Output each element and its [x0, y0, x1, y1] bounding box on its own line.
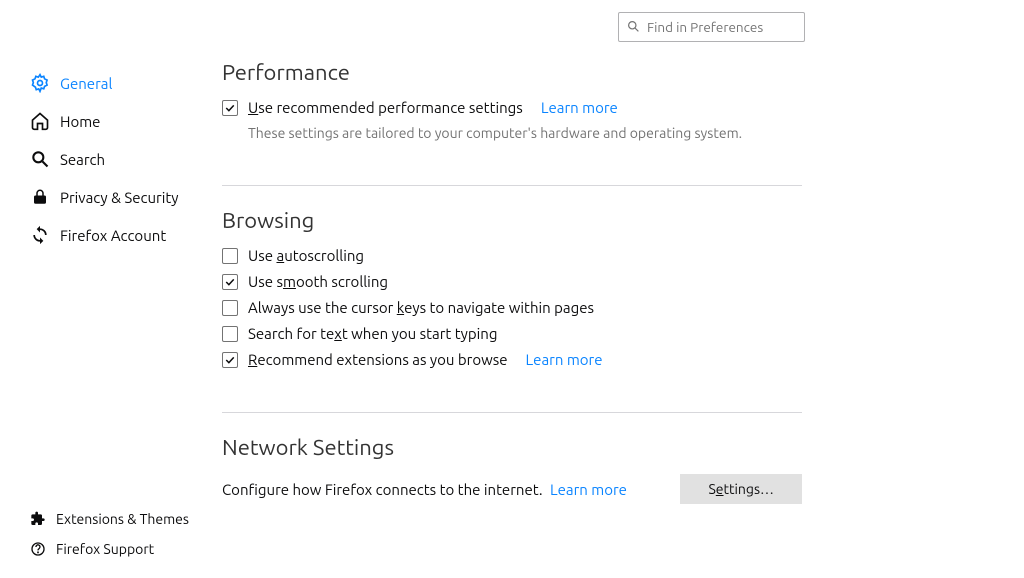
network-learn-more-link[interactable]: Learn more	[550, 481, 627, 498]
performance-heading: Performance	[222, 60, 802, 85]
content-area: Performance Use recommended performance …	[222, 60, 802, 504]
section-divider	[222, 185, 802, 186]
recommend-extensions-row: Recommend extensions as you browse Learn…	[222, 351, 802, 368]
search-icon	[627, 20, 640, 33]
performance-learn-more-link[interactable]: Learn more	[541, 99, 618, 116]
section-divider	[222, 412, 802, 413]
sidebar-item-label: Search	[60, 151, 105, 168]
autoscrolling-row: Use autoscrolling	[222, 247, 802, 264]
recommended-settings-row: Use recommended performance settings Lea…	[222, 99, 802, 116]
sidebar-item-label: Privacy & Security	[60, 189, 179, 206]
browsing-heading: Browsing	[222, 208, 802, 233]
sidebar-item-general[interactable]: General	[0, 64, 210, 102]
performance-hint: These settings are tailored to your comp…	[248, 125, 802, 141]
smooth-scrolling-label[interactable]: Use smooth scrolling	[248, 273, 388, 290]
network-description: Configure how Firefox connects to the in…	[222, 481, 627, 498]
sidebar: General Home Search Privacy & Security F…	[0, 64, 210, 254]
help-icon	[30, 541, 46, 557]
recommend-extensions-label[interactable]: Recommend extensions as you browse	[248, 351, 508, 368]
network-row: Configure how Firefox connects to the in…	[222, 474, 802, 504]
recommended-settings-label[interactable]: Use recommended performance settings	[248, 99, 523, 116]
cursor-keys-label[interactable]: Always use the cursor keys to navigate w…	[248, 299, 594, 316]
magnify-icon	[30, 149, 50, 169]
network-settings-button[interactable]: Settings…	[680, 474, 802, 504]
sidebar-item-label: Firefox Support	[56, 541, 154, 557]
sidebar-item-support[interactable]: Firefox Support	[0, 534, 210, 564]
search-text-row: Search for text when you start typing	[222, 325, 802, 342]
sidebar-item-extensions[interactable]: Extensions & Themes	[0, 504, 210, 534]
autoscrolling-label[interactable]: Use autoscrolling	[248, 247, 364, 264]
gear-icon	[30, 73, 50, 93]
smooth-scrolling-checkbox[interactable]	[222, 274, 238, 290]
sidebar-item-account[interactable]: Firefox Account	[0, 216, 210, 254]
browsing-learn-more-link[interactable]: Learn more	[526, 351, 603, 368]
network-heading: Network Settings	[222, 435, 802, 460]
search-text-label[interactable]: Search for text when you start typing	[248, 325, 497, 342]
sidebar-item-label: Firefox Account	[60, 227, 166, 244]
sidebar-item-label: General	[60, 75, 112, 92]
sidebar-item-home[interactable]: Home	[0, 102, 210, 140]
autoscrolling-checkbox[interactable]	[222, 248, 238, 264]
sidebar-footer: Extensions & Themes Firefox Support	[0, 504, 210, 564]
search-text-checkbox[interactable]	[222, 326, 238, 342]
sidebar-item-label: Extensions & Themes	[56, 511, 189, 527]
sidebar-item-search[interactable]: Search	[0, 140, 210, 178]
sidebar-item-label: Home	[60, 113, 100, 130]
recommend-extensions-checkbox[interactable]	[222, 352, 238, 368]
recommended-settings-checkbox[interactable]	[222, 100, 238, 116]
sidebar-item-privacy[interactable]: Privacy & Security	[0, 178, 210, 216]
home-icon	[30, 111, 50, 131]
cursor-keys-checkbox[interactable]	[222, 300, 238, 316]
lock-icon	[30, 187, 50, 207]
sync-icon	[30, 225, 50, 245]
cursor-keys-row: Always use the cursor keys to navigate w…	[222, 299, 802, 316]
puzzle-icon	[30, 511, 46, 527]
smooth-scrolling-row: Use smooth scrolling	[222, 273, 802, 290]
search-container	[618, 12, 805, 42]
search-input[interactable]	[618, 12, 805, 42]
